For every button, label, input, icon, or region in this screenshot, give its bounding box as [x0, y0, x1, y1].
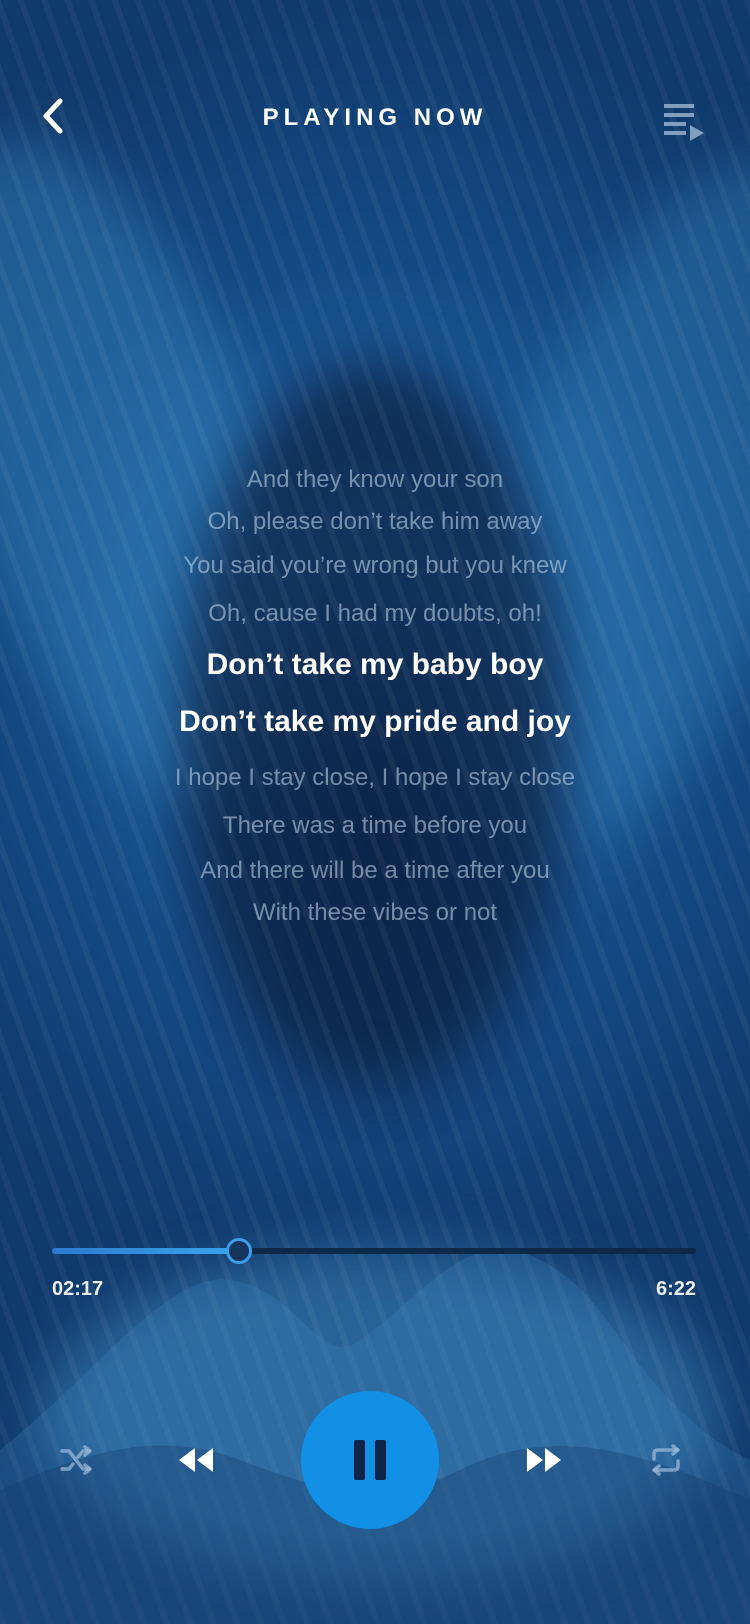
header: PLAYING NOW [0, 86, 750, 150]
shuffle-icon [60, 1445, 92, 1475]
elapsed-time: 02:17 [52, 1278, 104, 1300]
fast-forward-icon [527, 1448, 561, 1472]
lyric-line: With these vibes or not [252, 899, 498, 926]
rewind-icon [179, 1448, 213, 1472]
next-button[interactable] [520, 1436, 568, 1484]
queue-button[interactable] [662, 98, 706, 142]
playlist-icon [664, 104, 704, 141]
progress-handle[interactable] [225, 1238, 252, 1264]
lyric-line-current: Don’t take my baby boy [206, 648, 544, 681]
shuffle-button[interactable] [52, 1436, 100, 1484]
lyric-line: Oh, cause I had my doubts, oh! [208, 600, 542, 627]
lyric-line: Oh, please don’t take him away [207, 508, 543, 535]
lyric-line: There was a time before you [222, 812, 528, 839]
lyrics-panel: And they know your son Oh, please don’t … [0, 468, 750, 925]
repeat-icon [652, 1444, 680, 1476]
progress-fill [52, 1248, 239, 1254]
progress-bar[interactable] [52, 1238, 696, 1264]
total-duration: 6:22 [655, 1278, 696, 1300]
repeat-button[interactable] [642, 1436, 690, 1484]
previous-button[interactable] [172, 1436, 220, 1484]
play-pause-button[interactable] [301, 1391, 439, 1529]
page-title: PLAYING NOW [262, 104, 488, 131]
now-playing-screen: PLAYING NOW And they know your son Oh, p… [0, 0, 750, 1624]
lyric-line-current: Don’t take my pride and joy [179, 705, 571, 738]
pause-icon [354, 1440, 386, 1480]
lyric-line: And there will be a time after you [200, 857, 550, 884]
lyric-line: I hope I stay close, I hope I stay close [174, 764, 576, 791]
lyric-line: And they know your son [246, 466, 504, 493]
lyric-line: You said you’re wrong but you knew [183, 552, 567, 579]
